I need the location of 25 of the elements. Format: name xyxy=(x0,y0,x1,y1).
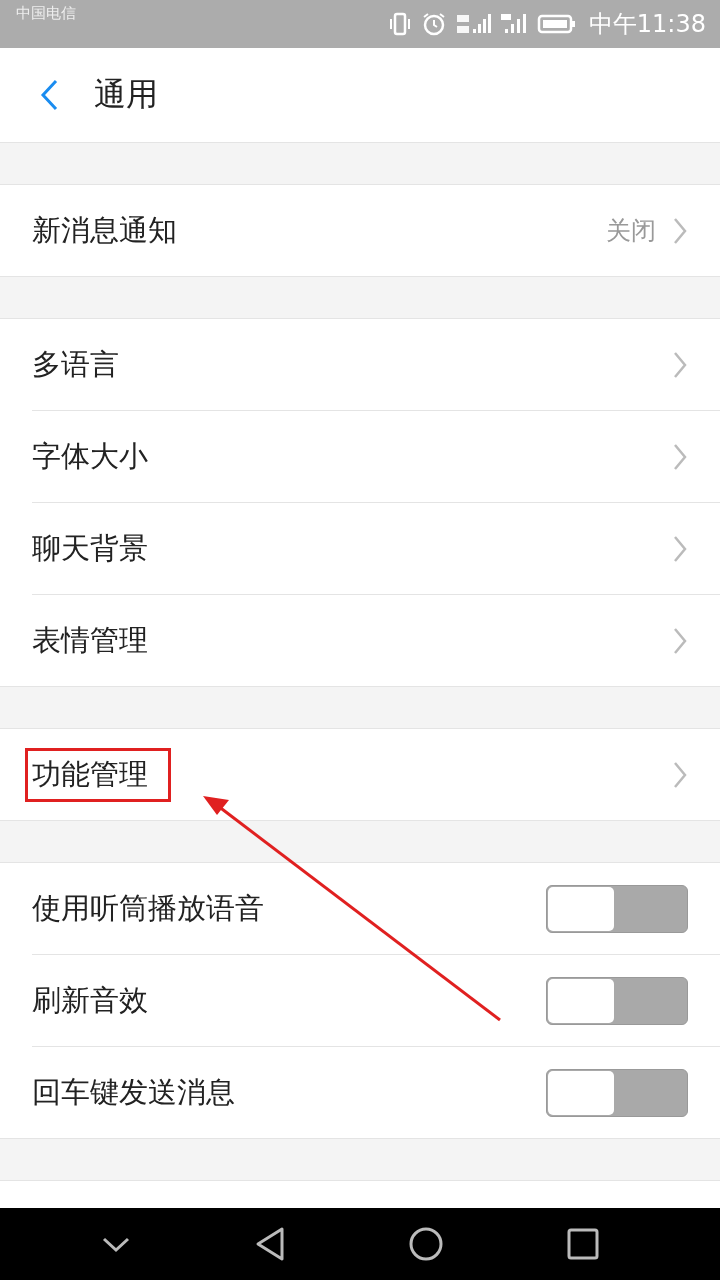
home-icon[interactable] xyxy=(408,1226,445,1262)
row-label: 刷新音效 xyxy=(32,981,149,1019)
row-label: 聊天背景 xyxy=(32,529,149,567)
row-value: 关闭 xyxy=(606,215,656,247)
row-label: 表情管理 xyxy=(32,621,149,659)
row-label: 功能管理 xyxy=(25,747,171,802)
settings-row[interactable]: 多语言 xyxy=(32,319,720,411)
toggle-switch[interactable] xyxy=(546,976,688,1025)
row-label: 字体大小 xyxy=(32,437,149,475)
carrier-name: 中国电信 xyxy=(16,4,76,23)
settings-row[interactable]: 字体大小 xyxy=(32,411,720,503)
clock-time: 中午11:38 xyxy=(588,9,706,40)
toggle-switch[interactable] xyxy=(546,884,688,933)
toggle-switch[interactable] xyxy=(546,1068,688,1117)
settings-row[interactable]: 回车键发送消息 xyxy=(32,1047,720,1138)
row-label: 回车键发送消息 xyxy=(32,1073,236,1111)
settings-row[interactable]: 聊天背景 xyxy=(32,503,720,595)
page-title: 通用 xyxy=(94,74,158,115)
settings-row[interactable]: 刷新音效 xyxy=(32,955,720,1047)
row-label: 多语言 xyxy=(32,345,120,383)
settings-row[interactable]: 使用听筒播放语音 xyxy=(32,863,720,955)
row-label: 使用听筒播放语音 xyxy=(32,889,265,927)
row-label: 新消息通知 xyxy=(32,211,178,249)
settings-row[interactable]: 表情管理 xyxy=(32,595,720,686)
recents-icon[interactable] xyxy=(566,1228,599,1260)
